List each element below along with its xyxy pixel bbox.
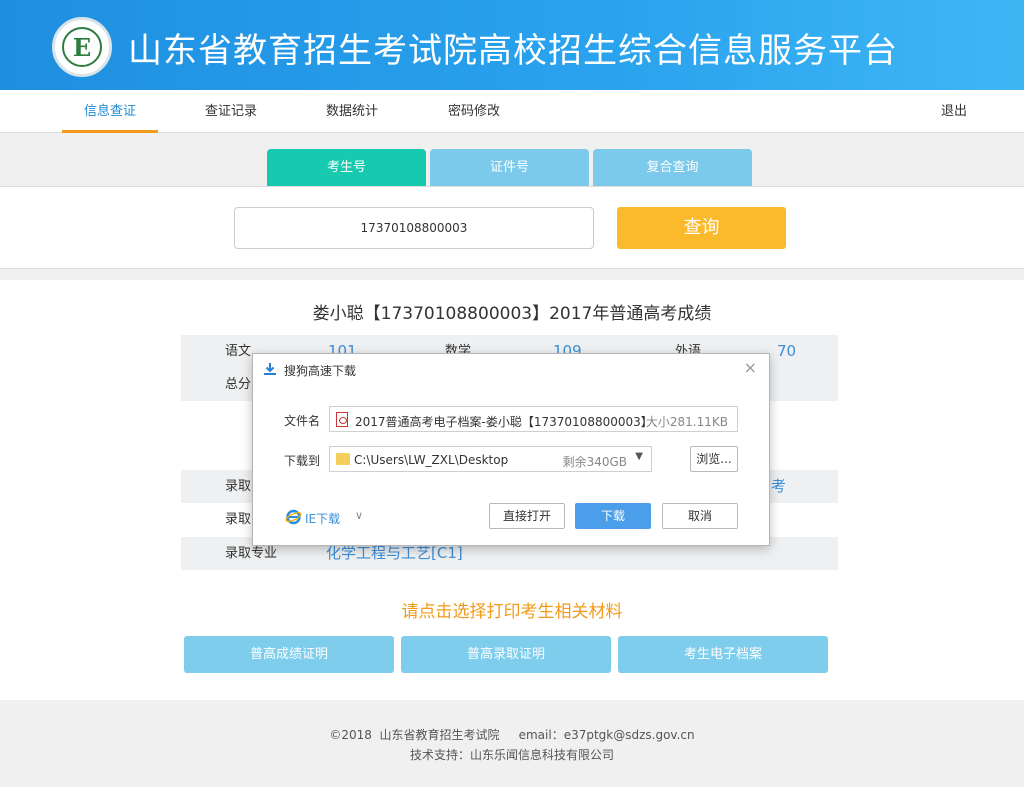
file-name-text: 2017普通高考电子档案-娄小聪【17370108800003】.	[355, 415, 657, 429]
print-hint: 请点击选择打印考生相关材料	[401, 602, 623, 622]
nav-item-verify[interactable]: 信息查证	[62, 90, 158, 133]
footer-support: 技术支持：山东乐闻信息科技有限公司	[409, 748, 614, 762]
score-value-foreign: 70	[777, 342, 797, 360]
logo-letter: E	[72, 32, 92, 62]
top-nav: 信息查证 查证记录 数据统计 密码修改 退出	[0, 90, 1024, 133]
logo-emblem-icon: E	[62, 27, 102, 67]
tab-compound-query[interactable]: 复合查询	[593, 149, 752, 186]
tab-exam-number[interactable]: 考生号	[267, 149, 426, 186]
file-name-label: 文件名	[284, 414, 321, 428]
save-path-select[interactable]: C:\Users\LW_ZXL\Desktop 剩余340GB ▼	[329, 446, 652, 472]
dialog-title: 搜狗高速下载	[284, 364, 357, 378]
admission-certificate-button[interactable]: 普高录取证明	[401, 636, 611, 673]
score-certificate-button[interactable]: 普高成绩证明	[184, 636, 394, 673]
admission-label: 录取	[225, 479, 252, 494]
nav-item-statistics[interactable]: 数据统计	[306, 90, 398, 133]
dropdown-arrow-icon: ▼	[635, 451, 643, 462]
close-icon[interactable]: ×	[744, 358, 757, 377]
folder-icon	[336, 453, 350, 465]
browse-button[interactable]: 浏览...	[690, 446, 738, 472]
free-space-text: 剩余340GB	[562, 455, 627, 469]
result-title: 娄小聪【17370108800003】2017年普通高考成绩	[312, 304, 712, 324]
nav-item-records[interactable]: 查证记录	[185, 90, 277, 133]
cancel-button[interactable]: 取消	[662, 503, 738, 529]
chevron-down-icon: ∨	[355, 509, 364, 522]
total-label: 总分	[225, 377, 252, 392]
footer: ©2018 山东省教育招生考试院 email：e37ptgk@sdzs.gov.…	[0, 725, 1024, 765]
admission-value: 考	[771, 477, 787, 495]
ie-download-label: IE下载	[305, 512, 341, 526]
save-path-label: 下载到	[284, 454, 321, 468]
search-tabs: 考生号 证件号 复合查询	[0, 149, 1024, 186]
pdf-file-icon	[336, 412, 348, 427]
download-button[interactable]: 下载	[575, 503, 651, 529]
save-path-text: C:\Users\LW_ZXL\Desktop	[354, 453, 509, 467]
logo: E	[52, 17, 112, 77]
open-directly-button[interactable]: 直接打开	[489, 503, 565, 529]
query-button[interactable]: 查询	[617, 207, 786, 249]
download-icon	[264, 363, 276, 375]
electronic-archive-button[interactable]: 考生电子档案	[618, 636, 828, 673]
footer-copyright: ©2018 山东省教育招生考试院 email：e37ptgk@sdzs.gov.…	[329, 728, 695, 742]
ie-icon	[285, 509, 302, 525]
logout-link[interactable]: 退出	[924, 90, 984, 133]
site-title: 山东省教育招生考试院高校招生综合信息服务平台	[128, 31, 898, 71]
admission-label: 录取	[225, 512, 252, 527]
tab-id-number[interactable]: 证件号	[430, 149, 589, 186]
nav-item-password[interactable]: 密码修改	[428, 90, 520, 133]
search-panel: 查询	[0, 186, 1024, 269]
file-name-field[interactable]: 2017普通高考电子档案-娄小聪【17370108800003】. 大小281.…	[329, 406, 738, 432]
header-banner: E 山东省教育招生考试院高校招生综合信息服务平台	[0, 0, 1024, 90]
download-dialog: 搜狗高速下载 × 文件名 2017普通高考电子档案-娄小聪【1737010880…	[252, 353, 770, 546]
exam-number-input[interactable]	[234, 207, 594, 249]
file-size-text: 大小281.11KB	[645, 415, 728, 429]
score-label-chinese: 语文	[225, 344, 252, 359]
